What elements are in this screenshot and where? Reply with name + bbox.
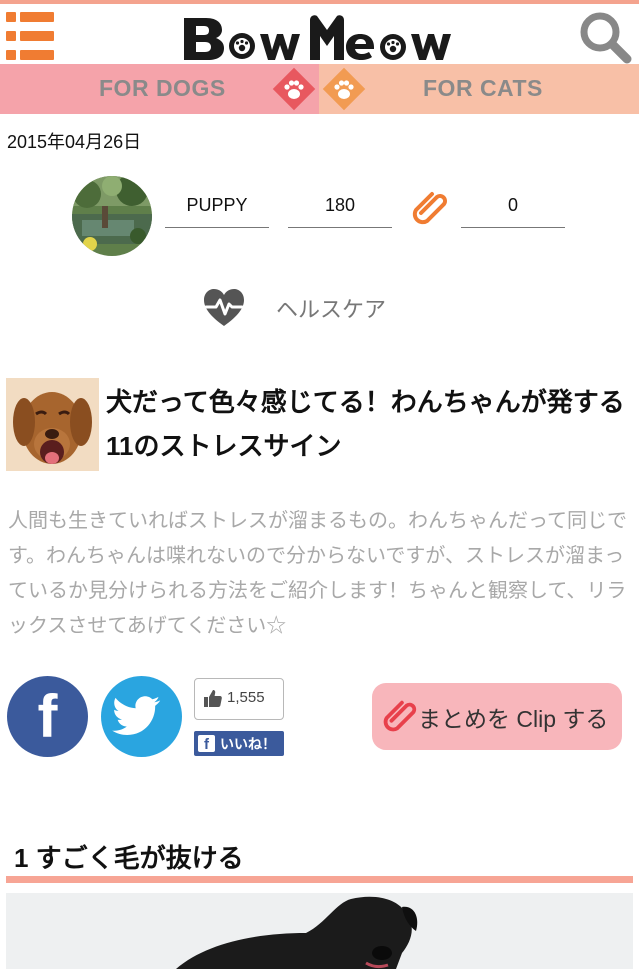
like-button-label: いいね！	[220, 736, 276, 752]
article-date: 2015年04月26日	[7, 132, 142, 152]
article-description: 人間も生きていればストレスが溜まるもの。わんちゃんだって同じです。わんちゃんは喋…	[8, 510, 627, 637]
paperclip-icon	[412, 192, 447, 225]
clip-summary-button[interactable]: まとめを Clip する	[372, 683, 622, 750]
bowmeow-logo[interactable]	[178, 6, 478, 62]
like-count: 1,555	[227, 689, 265, 706]
tab-for-cats-label: FOR CATS	[423, 75, 543, 101]
dog-paw-icon	[272, 67, 316, 111]
clip-count: 0	[461, 192, 565, 228]
article-category[interactable]: ヘルスケア	[276, 292, 386, 324]
facebook-icon: f	[37, 683, 58, 750]
facebook-share-button[interactable]: f	[7, 676, 88, 757]
section-image	[6, 893, 633, 969]
app-header	[0, 4, 639, 64]
section-divider	[6, 876, 633, 883]
thumbs-up-icon	[204, 690, 222, 707]
heart-pulse-icon	[204, 289, 244, 326]
author-avatar[interactable]	[72, 176, 152, 256]
cat-paw-icon	[322, 67, 366, 111]
like-count-box: 1,555	[194, 678, 284, 720]
author-name[interactable]: PUPPY	[165, 192, 269, 228]
facebook-mini-icon: f	[198, 735, 215, 753]
section-heading: 1 すごく毛が抜ける	[14, 843, 244, 873]
paperclip-icon	[383, 700, 417, 732]
search-icon[interactable]	[578, 10, 632, 64]
twitter-bird-icon	[112, 696, 161, 735]
category-tab-bar: FOR DOGS FOR CATS	[0, 64, 639, 114]
clip-button-label: まとめを Clip する	[418, 706, 609, 732]
hamburger-menu-icon[interactable]	[6, 12, 54, 60]
article-title: 犬だって色々感じてる！わんちゃんが発する11のストレスサイン	[106, 387, 625, 461]
view-count: 180	[288, 192, 392, 228]
facebook-like-button[interactable]: f いいね！	[194, 731, 284, 756]
article-thumbnail	[6, 378, 99, 471]
twitter-share-button[interactable]	[101, 676, 182, 757]
tab-for-dogs-label: FOR DOGS	[99, 75, 226, 101]
